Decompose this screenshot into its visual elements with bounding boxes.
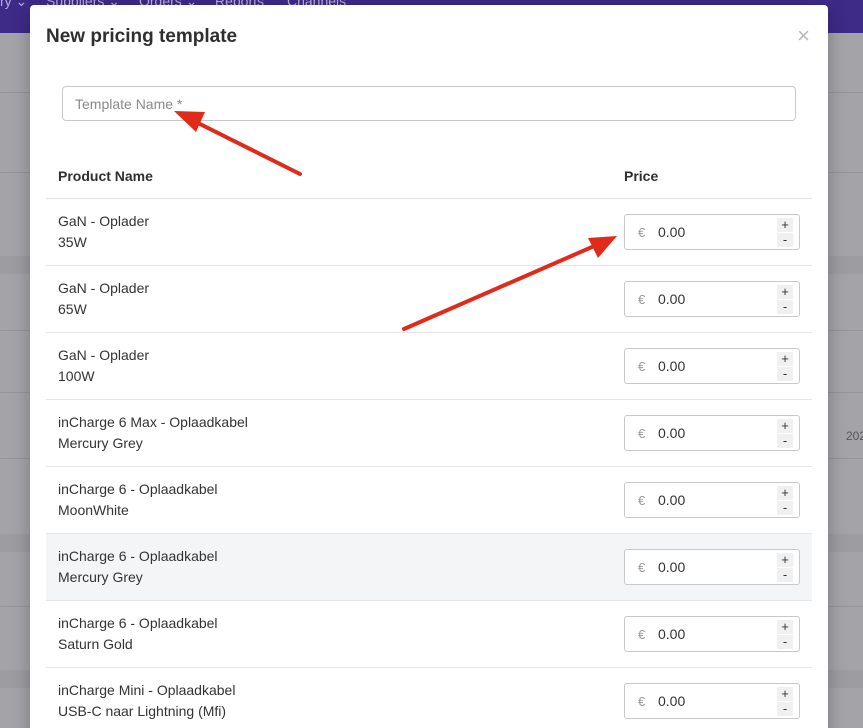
- product-variant: Mercury Grey: [58, 569, 143, 585]
- product-variant: 35W: [58, 234, 87, 250]
- product-variant: Mercury Grey: [58, 435, 143, 451]
- product-name: inCharge 6 Max - Oplaadkabel: [58, 414, 248, 430]
- price-value[interactable]: 0.00: [658, 224, 685, 240]
- price-input[interactable]: € 0.00 + -: [624, 482, 800, 518]
- price-input[interactable]: € 0.00 + -: [624, 616, 800, 652]
- euro-icon: €: [638, 292, 646, 307]
- euro-icon: €: [638, 225, 646, 240]
- decrement-button[interactable]: -: [777, 300, 793, 314]
- product-price-table: GaN - Oplader 35W € 0.00 + - GaN - Oplad…: [46, 199, 812, 728]
- decrement-button[interactable]: -: [777, 434, 793, 448]
- table-row: inCharge 6 - Oplaadkabel MoonWhite € 0.0…: [46, 467, 812, 534]
- decrement-button[interactable]: -: [777, 367, 793, 381]
- euro-icon: €: [638, 426, 646, 441]
- increment-button[interactable]: +: [777, 687, 793, 701]
- product-name: GaN - Oplader: [58, 213, 150, 229]
- price-value[interactable]: 0.00: [658, 559, 685, 575]
- modal-title: New pricing template: [46, 26, 238, 47]
- product-name: GaN - Oplader: [58, 280, 150, 296]
- euro-icon: €: [638, 560, 646, 575]
- pricing-template-modal: New pricing template × Product Name Pric…: [30, 5, 828, 728]
- table-row: inCharge 6 - Oplaadkabel Saturn Gold € 0…: [46, 601, 812, 668]
- table-row: GaN - Oplader 100W € 0.00 + -: [46, 333, 812, 400]
- increment-button[interactable]: +: [777, 419, 793, 433]
- euro-icon: €: [638, 493, 646, 508]
- table-row: GaN - Oplader 65W € 0.00 + -: [46, 266, 812, 333]
- product-name: inCharge 6 - Oplaadkabel: [58, 548, 218, 564]
- price-input[interactable]: € 0.00 + -: [624, 348, 800, 384]
- product-name: inCharge Mini - Oplaadkabel: [58, 682, 236, 698]
- decrement-button[interactable]: -: [777, 568, 793, 582]
- product-variant: MoonWhite: [58, 502, 129, 518]
- price-value[interactable]: 0.00: [658, 291, 685, 307]
- price-input[interactable]: € 0.00 + -: [624, 281, 800, 317]
- price-input[interactable]: € 0.00 + -: [624, 549, 800, 585]
- price-value[interactable]: 0.00: [658, 358, 685, 374]
- euro-icon: €: [638, 627, 646, 642]
- table-row: inCharge Mini - Oplaadkabel USB-C naar L…: [46, 668, 812, 728]
- increment-button[interactable]: +: [777, 553, 793, 567]
- product-name: inCharge 6 - Oplaadkabel: [58, 615, 218, 631]
- decrement-button[interactable]: -: [777, 635, 793, 649]
- close-icon[interactable]: ×: [797, 25, 810, 47]
- product-variant: 100W: [58, 368, 95, 384]
- product-name: GaN - Oplader: [58, 347, 150, 363]
- price-value[interactable]: 0.00: [658, 693, 685, 709]
- price-input[interactable]: € 0.00 + -: [624, 415, 800, 451]
- price-input[interactable]: € 0.00 + -: [624, 683, 800, 719]
- table-row: GaN - Oplader 35W € 0.00 + -: [46, 199, 812, 266]
- product-variant: Saturn Gold: [58, 636, 133, 652]
- price-value[interactable]: 0.00: [658, 626, 685, 642]
- price-input[interactable]: € 0.00 + -: [624, 214, 800, 250]
- euro-icon: €: [638, 359, 646, 374]
- decrement-button[interactable]: -: [777, 501, 793, 515]
- increment-button[interactable]: +: [777, 620, 793, 634]
- template-name-input[interactable]: [62, 86, 796, 121]
- increment-button[interactable]: +: [777, 352, 793, 366]
- table-row: inCharge 6 Max - Oplaadkabel Mercury Gre…: [46, 400, 812, 467]
- increment-button[interactable]: +: [777, 486, 793, 500]
- table-row: inCharge 6 - Oplaadkabel Mercury Grey € …: [46, 534, 812, 601]
- column-header-product: Product Name: [58, 168, 153, 184]
- increment-button[interactable]: +: [777, 218, 793, 232]
- product-name: inCharge 6 - Oplaadkabel: [58, 481, 218, 497]
- price-value[interactable]: 0.00: [658, 492, 685, 508]
- column-header-price: Price: [624, 168, 659, 184]
- increment-button[interactable]: +: [777, 285, 793, 299]
- product-variant: 65W: [58, 301, 87, 317]
- decrement-button[interactable]: -: [777, 702, 793, 716]
- price-value[interactable]: 0.00: [658, 425, 685, 441]
- bg-nav-item: ry ⌄: [0, 0, 28, 9]
- bg-date-fragment: 202: [846, 429, 863, 443]
- decrement-button[interactable]: -: [777, 233, 793, 247]
- euro-icon: €: [638, 694, 646, 709]
- product-variant: USB-C naar Lightning (Mfi): [58, 703, 227, 719]
